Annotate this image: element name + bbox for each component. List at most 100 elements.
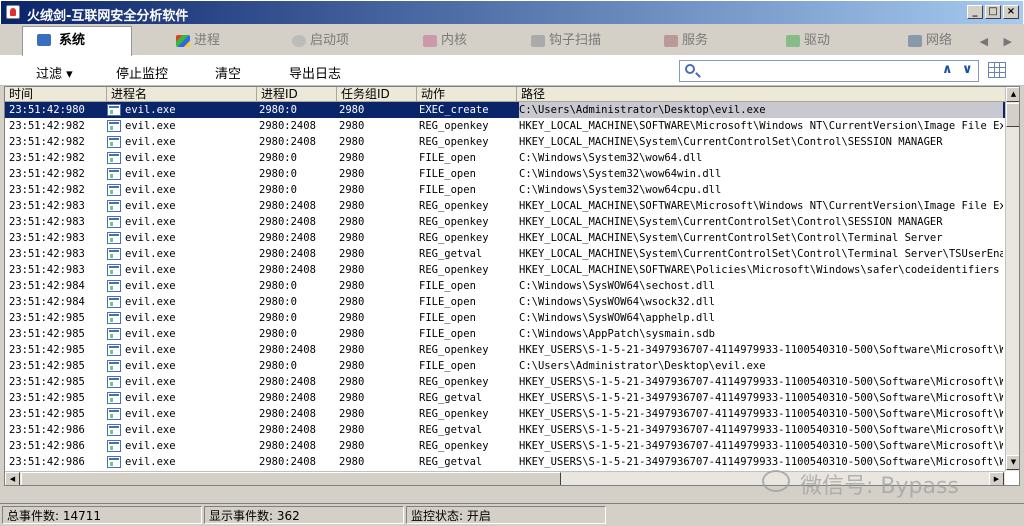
column-header-process-id[interactable]: 进程ID bbox=[257, 87, 337, 102]
column-header-time[interactable]: 时间 bbox=[5, 87, 107, 102]
cell-path: C:\Windows\System32\wow64cpu.dll bbox=[519, 184, 722, 196]
tab-system[interactable]: 系统 bbox=[22, 26, 132, 56]
table-row[interactable]: 23:51:42:982 evil.exe 2980:0 2980 FILE_open C… bbox=[5, 182, 1005, 198]
kernel-icon bbox=[423, 35, 437, 47]
cell-path: HKEY_LOCAL_MACHINE\System\CurrentControl… bbox=[519, 248, 1003, 260]
search-next-button[interactable]: ∨ bbox=[962, 62, 973, 77]
clear-button[interactable]: 清空 bbox=[215, 63, 241, 82]
table-row[interactable]: 23:51:42:983 evil.exe 2980:2408 2980 REG_get… bbox=[5, 246, 1005, 262]
cell-task-group-id: 2980 bbox=[339, 120, 365, 132]
column-header-process-name[interactable]: 进程名 bbox=[107, 87, 257, 102]
title-bar[interactable]: 火绒剑-互联网安全分析软件 _ □ × bbox=[0, 0, 1024, 24]
cell-action: FILE_open bbox=[419, 184, 476, 196]
cell-process-id: 2980:2408 bbox=[259, 232, 316, 244]
cell-time: 23:51:42:986 bbox=[9, 424, 85, 436]
table-row[interactable]: 23:51:42:982 evil.exe 2980:2408 2980 REG_ope… bbox=[5, 134, 1005, 150]
table-row[interactable]: 23:51:42:985 evil.exe 2980:2408 2980 REG_ope… bbox=[5, 406, 1005, 422]
table-row[interactable]: 23:51:42:985 evil.exe 2980:2408 2980 REG_ope… bbox=[5, 374, 1005, 390]
cell-process-id: 2980:2408 bbox=[259, 392, 316, 404]
cell-process-name: evil.exe bbox=[125, 216, 176, 228]
scroll-left-arrow-icon[interactable]: ◀ bbox=[5, 472, 20, 485]
table-row[interactable]: 23:51:42:986 evil.exe 2980:2408 2980 REG_ope… bbox=[5, 438, 1005, 454]
maximize-button[interactable]: □ bbox=[985, 5, 1001, 19]
table-row[interactable]: 23:51:42:982 evil.exe 2980:0 2980 FILE_open C… bbox=[5, 166, 1005, 182]
horizontal-scroll-thumb[interactable] bbox=[21, 472, 561, 485]
cell-process-name: evil.exe bbox=[125, 424, 176, 436]
tab-process[interactable]: 进程 bbox=[176, 28, 220, 54]
table-row[interactable]: 23:51:42:983 evil.exe 2980:2408 2980 REG_ope… bbox=[5, 214, 1005, 230]
table-row[interactable]: 23:51:42:983 evil.exe 2980:2408 2980 REG_ope… bbox=[5, 262, 1005, 278]
cell-task-group-id: 2980 bbox=[339, 392, 365, 404]
cell-process-id: 2980:2408 bbox=[259, 424, 316, 436]
cell-process-id: 2980:0 bbox=[259, 104, 297, 116]
cell-process-id: 2980:2408 bbox=[259, 200, 316, 212]
tab-drivers[interactable]: 驱动 bbox=[786, 28, 830, 54]
tab-network[interactable]: 网络 bbox=[908, 28, 952, 54]
cell-task-group-id: 2980 bbox=[339, 408, 365, 420]
tab-hook-scan[interactable]: 钩子扫描 bbox=[531, 28, 601, 54]
table-row[interactable]: 23:51:42:984 evil.exe 2980:0 2980 FILE_open C… bbox=[5, 294, 1005, 310]
tab-kernel[interactable]: 内核 bbox=[423, 28, 467, 54]
table-row[interactable]: 23:51:42:980 evil.exe 2980:0 2980 EXEC_creat… bbox=[5, 102, 1005, 118]
cell-time: 23:51:42:980 bbox=[9, 104, 85, 116]
table-row[interactable]: 23:51:42:985 evil.exe 2980:0 2980 FILE_open C… bbox=[5, 358, 1005, 374]
cell-action: FILE_open bbox=[419, 280, 476, 292]
process-window-icon bbox=[107, 200, 121, 212]
cell-process-id: 2980:0 bbox=[259, 152, 297, 164]
tab-services[interactable]: 服务 bbox=[664, 28, 708, 54]
vertical-scrollbar[interactable]: ▲ ▼ bbox=[1005, 87, 1019, 471]
cell-time: 23:51:42:985 bbox=[9, 312, 85, 324]
process-window-icon bbox=[107, 264, 121, 276]
tab-strip: 系统 进程 启动项 内核 钩子扫描 服务 驱动 网络 ◀ ▶ bbox=[0, 24, 1024, 56]
scroll-up-arrow-icon[interactable]: ▲ bbox=[1006, 87, 1019, 102]
stop-monitor-button[interactable]: 停止监控 bbox=[116, 63, 168, 82]
table-row[interactable]: 23:51:42:982 evil.exe 2980:0 2980 FILE_open C… bbox=[5, 150, 1005, 166]
cell-action: REG_getval bbox=[419, 424, 483, 436]
export-log-button[interactable]: 导出日志 bbox=[289, 63, 341, 82]
process-window-icon bbox=[107, 408, 121, 420]
table-row[interactable]: 23:51:42:985 evil.exe 2980:0 2980 FILE_open C… bbox=[5, 326, 1005, 342]
column-header-task-group-id[interactable]: 任务组ID bbox=[337, 87, 417, 102]
tab-startup[interactable]: 启动项 bbox=[292, 28, 349, 54]
tab-scroll-arrows[interactable]: ◀ ▶ bbox=[980, 35, 1018, 48]
table-row[interactable]: 23:51:42:984 evil.exe 2980:0 2980 FILE_open C… bbox=[5, 278, 1005, 294]
cell-action: EXEC_create bbox=[419, 104, 489, 116]
filter-button[interactable]: 过滤 ▾ bbox=[36, 63, 73, 82]
cell-time: 23:51:42:986 bbox=[9, 440, 85, 452]
cell-task-group-id: 2980 bbox=[339, 360, 365, 372]
column-header-action[interactable]: 动作 bbox=[417, 87, 517, 102]
cell-process-name: evil.exe bbox=[125, 168, 176, 180]
search-box[interactable]: ∧ ∨ bbox=[679, 60, 979, 82]
search-prev-button[interactable]: ∧ bbox=[942, 62, 953, 77]
table-row[interactable]: 23:51:42:985 evil.exe 2980:2408 2980 REG_get… bbox=[5, 390, 1005, 406]
cell-path: HKEY_LOCAL_MACHINE\System\CurrentControl… bbox=[519, 232, 943, 244]
cell-process-name: evil.exe bbox=[125, 264, 176, 276]
table-row[interactable]: 23:51:42:982 evil.exe 2980:2408 2980 REG_ope… bbox=[5, 118, 1005, 134]
column-grid-icon[interactable] bbox=[988, 62, 1006, 78]
close-button[interactable]: × bbox=[1003, 5, 1019, 19]
scroll-down-arrow-icon[interactable]: ▼ bbox=[1006, 455, 1019, 470]
vertical-scroll-thumb[interactable] bbox=[1006, 103, 1019, 127]
cell-process-name: evil.exe bbox=[125, 280, 176, 292]
cell-path: HKEY_USERS\S-1-5-21-3497936707-411497993… bbox=[519, 424, 1003, 436]
table-row[interactable]: 23:51:42:983 evil.exe 2980:2408 2980 REG_ope… bbox=[5, 230, 1005, 246]
cell-path: HKEY_LOCAL_MACHINE\SOFTWARE\Policies\Mic… bbox=[519, 264, 1000, 276]
column-header-path[interactable]: 路径 bbox=[517, 87, 1005, 102]
minimize-button[interactable]: _ bbox=[967, 5, 983, 19]
cell-time: 23:51:42:985 bbox=[9, 408, 85, 420]
cell-action: FILE_open bbox=[419, 168, 476, 180]
cell-time: 23:51:42:982 bbox=[9, 120, 85, 132]
cell-process-name: evil.exe bbox=[125, 312, 176, 324]
cell-path: C:\Windows\SysWOW64\wsock32.dll bbox=[519, 296, 715, 308]
table-row[interactable]: 23:51:42:985 evil.exe 2980:2408 2980 REG_ope… bbox=[5, 342, 1005, 358]
table-row[interactable]: 23:51:42:983 evil.exe 2980:2408 2980 REG_ope… bbox=[5, 198, 1005, 214]
app-icon bbox=[6, 5, 20, 19]
cell-time: 23:51:42:982 bbox=[9, 184, 85, 196]
table-row[interactable]: 23:51:42:985 evil.exe 2980:0 2980 FILE_open C… bbox=[5, 310, 1005, 326]
search-input[interactable] bbox=[702, 63, 932, 79]
cell-process-name: evil.exe bbox=[125, 408, 176, 420]
cell-action: FILE_open bbox=[419, 312, 476, 324]
table-row[interactable]: 23:51:42:986 evil.exe 2980:2408 2980 REG_get… bbox=[5, 422, 1005, 438]
scroll-right-arrow-icon[interactable]: ▶ bbox=[989, 472, 1004, 485]
status-bar: 总事件数: 14711 显示事件数: 362 监控状态: 开启 bbox=[0, 503, 1024, 525]
